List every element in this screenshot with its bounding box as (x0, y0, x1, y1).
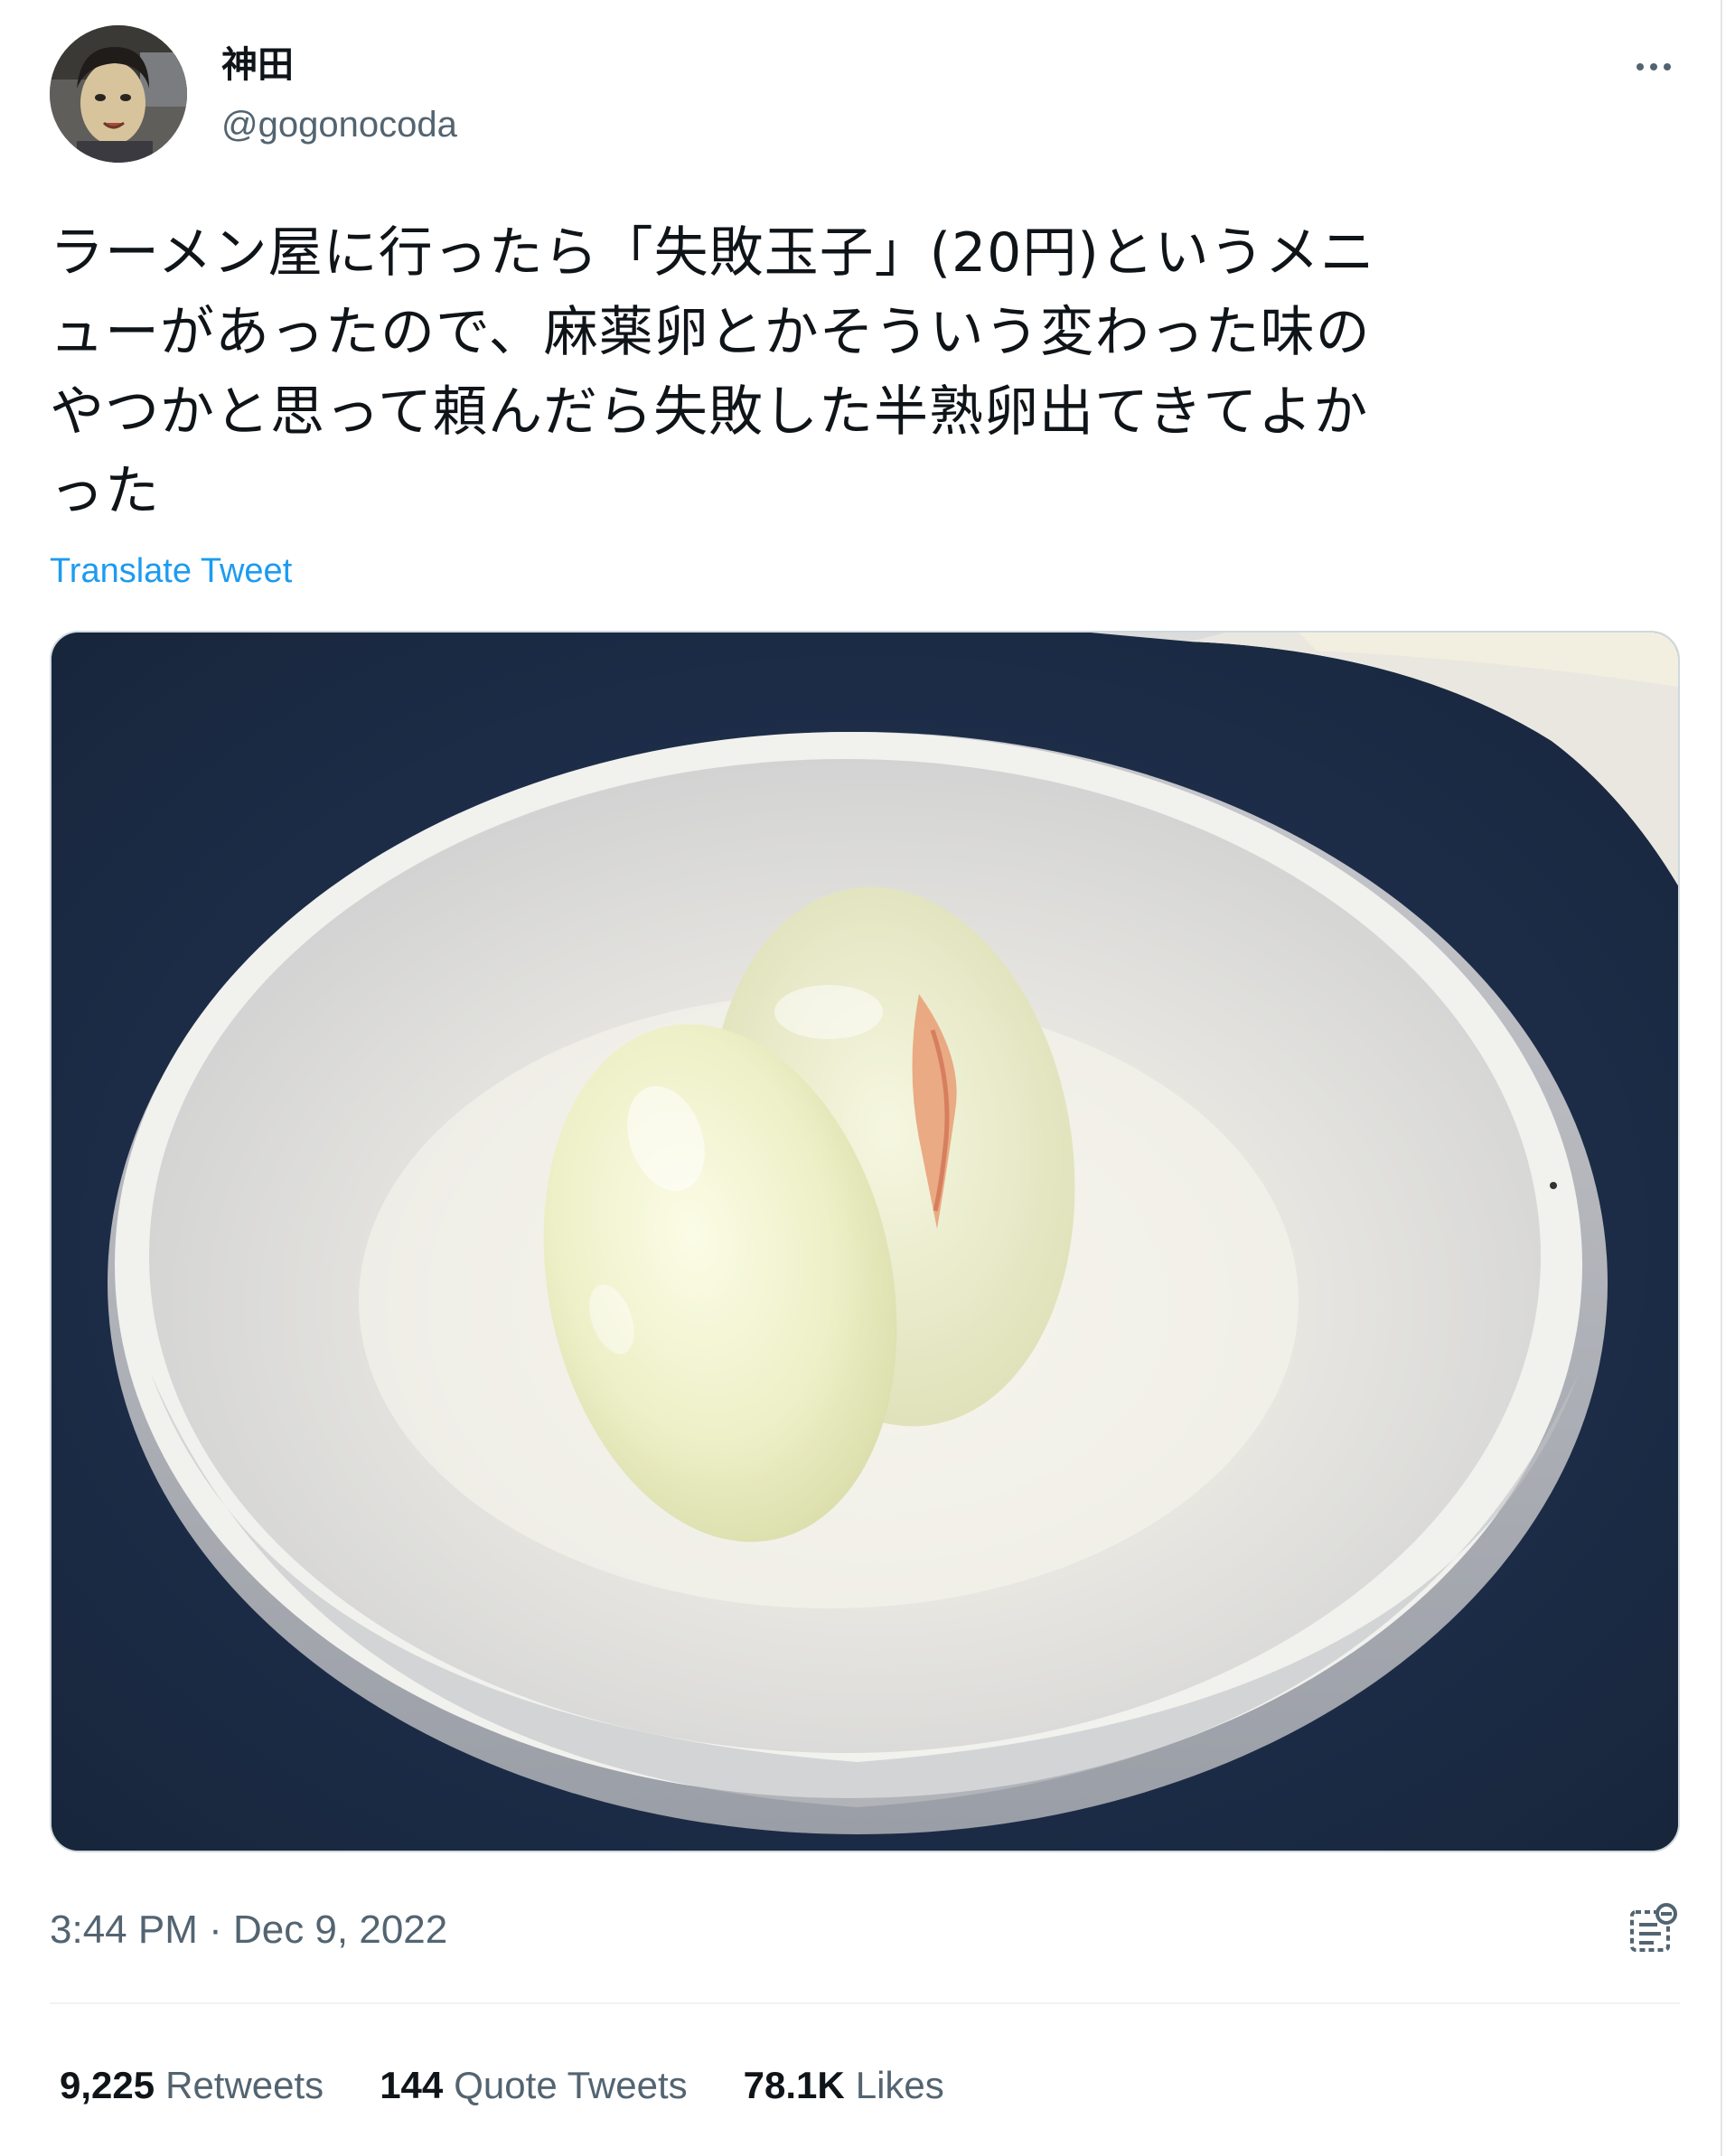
quote-tweets-stat[interactable]: 144 Quote Tweets (380, 2060, 687, 2111)
translate-tweet-link[interactable]: Translate Tweet (50, 549, 292, 593)
tweet-text-line: った (50, 460, 160, 523)
photo-bowl-with-egg (52, 633, 1678, 1851)
tweet-text: ラーメン屋に行ったら「失敗玉子」(20円)というメニ ューがあったので、麻薬卵と… (50, 213, 1667, 531)
analytics-icon-graphic (1630, 1903, 1677, 1952)
tweet-text-line: やつかと思って頼んだら失敗した半熟卵出てきてよか (50, 380, 1369, 444)
likes-count: 78.1K (743, 2064, 845, 2106)
more-horizontal-icon (1637, 63, 1644, 70)
more-horizontal-icon-dot (1650, 63, 1657, 70)
engagement-stats: 9,225 Retweets 144 Quote Tweets 78.1K Li… (60, 2060, 1000, 2111)
retweets-label: Retweets (165, 2064, 324, 2106)
likes-stat[interactable]: 78.1K Likes (744, 2060, 944, 2111)
more-options-button[interactable] (1627, 45, 1681, 89)
tweet-timestamp[interactable]: 3:44 PM · Dec 9, 2022 (50, 1905, 447, 1955)
user-handle[interactable]: @gogonocoda (221, 103, 457, 146)
analytics-icon[interactable] (1627, 1901, 1681, 1955)
retweets-count: 9,225 (60, 2064, 155, 2106)
avatar[interactable] (50, 25, 187, 163)
retweets-stat[interactable]: 9,225 Retweets (60, 2060, 324, 2111)
quote-tweets-label: Quote Tweets (454, 2064, 688, 2106)
tweet-text-line: ラーメン屋に行ったら「失敗玉子」(20円)というメニ (50, 221, 1375, 285)
quote-tweets-count: 144 (380, 2064, 444, 2106)
more-horizontal-icon-dot (1664, 63, 1671, 70)
display-name[interactable]: 神田 (221, 43, 294, 87)
avatar-image (50, 25, 187, 163)
stats-divider (50, 2002, 1680, 2004)
tweet-page: 神田 @gogonocoda ラーメン屋に行ったら「失敗玉子」(20円)というメ… (0, 0, 1735, 2156)
likes-label: Likes (855, 2064, 944, 2106)
right-border (1721, 0, 1722, 2156)
tweet-text-line: ューがあったので、麻薬卵とかそういう変わった味の (50, 301, 1371, 364)
tweet-photo[interactable] (50, 631, 1680, 1852)
